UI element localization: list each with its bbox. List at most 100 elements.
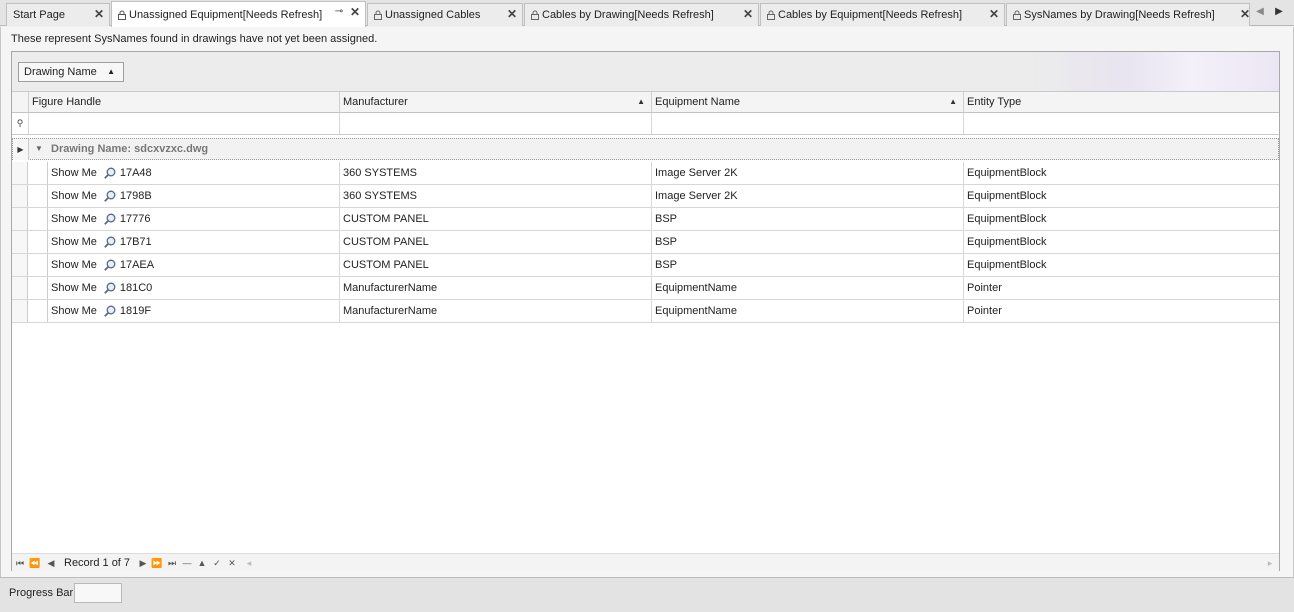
cell-entity-type[interactable]: Pointer (964, 300, 1279, 322)
next-record-icon[interactable]: ▶ (137, 556, 149, 570)
close-icon[interactable]: ✕ (988, 8, 1000, 20)
cell-figure-handle[interactable]: Show Me 1798B (48, 185, 340, 207)
scroll-right-icon[interactable]: ▸ (1264, 556, 1276, 570)
tab-cables-by-drawing[interactable]: Cables by Drawing[Needs Refresh] ✕ (524, 3, 759, 26)
show-me-link[interactable]: Show Me (51, 277, 97, 299)
cell-entity-type[interactable]: EquipmentBlock (964, 254, 1279, 276)
magnifier-icon[interactable] (103, 304, 117, 318)
tab-unassigned-cables[interactable]: Unassigned Cables ✕ (367, 3, 523, 26)
scroll-right-icon[interactable]: ▶ (1273, 5, 1285, 19)
first-record-icon[interactable]: ⏮ (14, 556, 26, 570)
sort-ascending-icon: ▲ (107, 67, 115, 76)
pin-icon[interactable]: ⊸ (333, 6, 345, 18)
filter-cell-equipment-name[interactable] (652, 113, 964, 134)
close-icon[interactable]: ✕ (1239, 8, 1249, 20)
tab-unassigned-equipment[interactable]: Unassigned Equipment[Needs Refresh] ⊸ ✕ (111, 1, 366, 27)
cell-manufacturer[interactable]: CUSTOM PANEL (340, 231, 652, 253)
cell-equipment-name[interactable]: Image Server 2K (652, 185, 964, 207)
cell-manufacturer[interactable]: CUSTOM PANEL (340, 254, 652, 276)
cell-figure-handle[interactable]: Show Me 17B71 (48, 231, 340, 253)
previous-page-icon[interactable]: ⏪ (29, 556, 41, 570)
cell-equipment-name[interactable]: EquipmentName (652, 277, 964, 299)
scroll-left-icon[interactable]: ◀ (1254, 5, 1266, 19)
tab-label: Unassigned Equipment[Needs Refresh] (129, 8, 323, 21)
magnifier-icon[interactable] (103, 166, 117, 180)
tab-start-page[interactable]: Start Page ✕ (6, 3, 110, 26)
group-indent (28, 162, 48, 184)
group-indent (28, 300, 48, 322)
column-header-equipment-name[interactable]: Equipment Name ▲ (652, 92, 964, 112)
magnifier-icon[interactable] (103, 212, 117, 226)
row-indicator[interactable] (12, 185, 28, 207)
lock-icon (374, 10, 382, 20)
cell-figure-handle[interactable]: Show Me 17A48 (48, 162, 340, 184)
document-content: These represent SysNames found in drawin… (0, 27, 1294, 577)
cell-entity-type[interactable]: EquipmentBlock (964, 231, 1279, 253)
group-row[interactable]: ▶ ▼ Drawing Name: sdcxvzxc.dwg (12, 138, 1279, 160)
filter-cell-manufacturer[interactable] (340, 113, 652, 134)
cell-equipment-name[interactable]: BSP (652, 231, 964, 253)
column-header-manufacturer[interactable]: Manufacturer ▲ (340, 92, 652, 112)
cell-equipment-name[interactable]: BSP (652, 254, 964, 276)
cell-entity-type[interactable]: Pointer (964, 277, 1279, 299)
column-header-figure-handle[interactable]: Figure Handle (29, 92, 340, 112)
row-indicator[interactable] (12, 300, 28, 322)
row-indicator[interactable] (12, 208, 28, 230)
magnifier-icon[interactable] (103, 281, 117, 295)
table-row[interactable]: Show Me 17A48 360 SYSTEMS Image Server 2K Eq… (12, 162, 1279, 185)
close-icon[interactable]: ✕ (506, 8, 518, 20)
cell-manufacturer[interactable]: CUSTOM PANEL (340, 208, 652, 230)
row-indicator[interactable] (12, 254, 28, 276)
show-me-link[interactable]: Show Me (51, 254, 97, 276)
cell-manufacturer[interactable]: 360 SYSTEMS (340, 185, 652, 207)
cell-equipment-name[interactable]: BSP (652, 208, 964, 230)
table-row[interactable]: Show Me 17B71 CUSTOM PANEL BSP EquipmentBloc… (12, 231, 1279, 254)
last-record-icon[interactable]: ⏭ (166, 556, 178, 570)
cell-figure-handle[interactable]: Show Me 17776 (48, 208, 340, 230)
cell-entity-type[interactable]: EquipmentBlock (964, 162, 1279, 184)
group-by-chip-drawing-name[interactable]: Drawing Name ▲ (18, 62, 124, 82)
cell-figure-handle[interactable]: Show Me 181C0 (48, 277, 340, 299)
close-icon[interactable]: ✕ (742, 8, 754, 20)
cell-figure-handle[interactable]: Show Me 17AEA (48, 254, 340, 276)
end-edit-icon[interactable]: ✓ (211, 556, 223, 570)
show-me-link[interactable]: Show Me (51, 300, 97, 322)
tab-sysnames-by-drawing[interactable]: SysNames by Drawing[Needs Refresh] ✕ (1006, 3, 1250, 26)
show-me-link[interactable]: Show Me (51, 185, 97, 207)
row-indicator[interactable] (12, 277, 28, 299)
close-icon[interactable]: ✕ (93, 8, 105, 20)
filter-cell-entity-type[interactable] (964, 113, 1279, 134)
show-me-link[interactable]: Show Me (51, 208, 97, 230)
magnifier-icon[interactable] (103, 189, 117, 203)
table-row[interactable]: Show Me 1819F ManufacturerName EquipmentNam… (12, 300, 1279, 323)
cell-entity-type[interactable]: EquipmentBlock (964, 208, 1279, 230)
cell-manufacturer[interactable]: ManufacturerName (340, 300, 652, 322)
cell-equipment-name[interactable]: EquipmentName (652, 300, 964, 322)
collapse-icon[interactable]: ▼ (35, 144, 43, 153)
cancel-edit-icon[interactable]: ✕ (226, 556, 238, 570)
cell-manufacturer[interactable]: 360 SYSTEMS (340, 162, 652, 184)
table-row[interactable]: Show Me 181C0 ManufacturerName EquipmentNam… (12, 277, 1279, 300)
magnifier-icon[interactable] (103, 258, 117, 272)
column-header-entity-type[interactable]: Entity Type (964, 92, 1279, 112)
close-icon[interactable]: ✕ (349, 6, 361, 18)
show-me-link[interactable]: Show Me (51, 231, 97, 253)
tab-cables-by-equipment[interactable]: Cables by Equipment[Needs Refresh] ✕ (760, 3, 1005, 26)
table-row[interactable]: Show Me 17AEA CUSTOM PANEL BSP EquipmentBloc… (12, 254, 1279, 277)
row-indicator[interactable] (12, 162, 28, 184)
cell-manufacturer[interactable]: ManufacturerName (340, 277, 652, 299)
magnifier-icon[interactable] (103, 235, 117, 249)
append-record-icon[interactable]: — (181, 556, 193, 570)
next-page-icon[interactable]: ⏩ (151, 556, 163, 570)
cell-entity-type[interactable]: EquipmentBlock (964, 185, 1279, 207)
table-row[interactable]: Show Me 17776 CUSTOM PANEL BSP EquipmentBloc… (12, 208, 1279, 231)
cell-equipment-name[interactable]: Image Server 2K (652, 162, 964, 184)
row-indicator[interactable] (12, 231, 28, 253)
delete-record-icon[interactable]: ▲ (196, 556, 208, 570)
cell-figure-handle[interactable]: Show Me 1819F (48, 300, 340, 322)
show-me-link[interactable]: Show Me (51, 162, 97, 184)
table-row[interactable]: Show Me 1798B 360 SYSTEMS Image Server 2K Eq… (12, 185, 1279, 208)
previous-record-icon[interactable]: ◀ (45, 556, 57, 570)
scroll-left-icon[interactable]: ◂ (243, 556, 255, 570)
filter-cell-figure-handle[interactable] (29, 113, 340, 134)
